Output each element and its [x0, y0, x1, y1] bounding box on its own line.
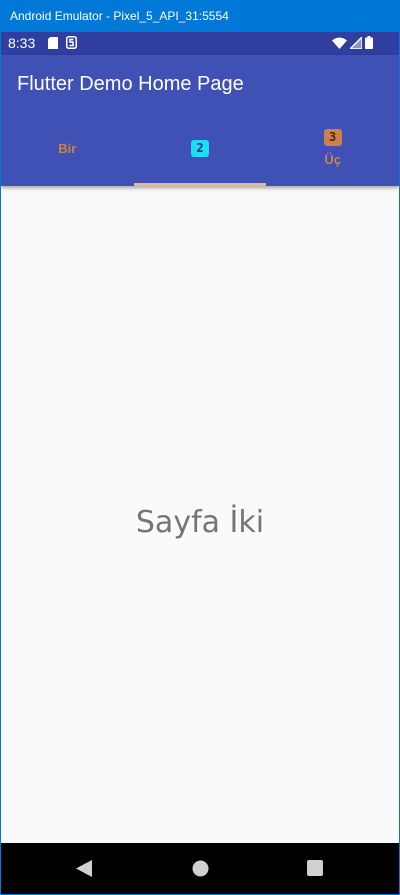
- number-3-icon: 3: [323, 129, 342, 146]
- status-icons-right: [332, 35, 373, 54]
- status-icons-left: [48, 36, 77, 54]
- app-bar: Flutter Demo Home Page Bir 2 3 Üç: [1, 55, 399, 186]
- sd-card-icon: [48, 36, 58, 54]
- recents-icon[interactable]: [306, 859, 324, 877]
- status-bar: 8:33: [1, 32, 399, 55]
- home-icon[interactable]: [191, 859, 209, 877]
- page-text: Sayfa İki: [135, 505, 265, 540]
- navigation-bar: [1, 843, 399, 894]
- tab-2[interactable]: 2: [133, 111, 267, 186]
- page-title: Flutter Demo Home Page: [17, 73, 244, 95]
- notification-s-icon: [66, 36, 77, 54]
- window-title: Android Emulator - Pixel_5_API_31:5554: [10, 9, 229, 23]
- tab-uc[interactable]: 3 Üç: [266, 111, 399, 186]
- wifi-icon: [332, 36, 347, 54]
- tab-indicator: [133, 183, 267, 186]
- tab-label: Üç: [324, 152, 341, 167]
- back-icon[interactable]: [75, 859, 93, 877]
- battery-icon: [365, 36, 373, 54]
- tab-content: Sayfa İki: [1, 186, 399, 843]
- tab-bir[interactable]: Bir: [1, 111, 134, 186]
- status-time: 8:33: [8, 35, 36, 51]
- signal-icon: [348, 35, 363, 54]
- number-2-icon: 2: [191, 140, 209, 157]
- tab-bar: Bir 2 3 Üç: [1, 111, 399, 186]
- tab-label: Bir: [58, 140, 77, 156]
- device-screen: 8:33 Flutter Demo Home Page Bir 2 3 Üç S…: [1, 32, 399, 894]
- emulator-window: Android Emulator - Pixel_5_API_31:5554 8…: [0, 0, 400, 895]
